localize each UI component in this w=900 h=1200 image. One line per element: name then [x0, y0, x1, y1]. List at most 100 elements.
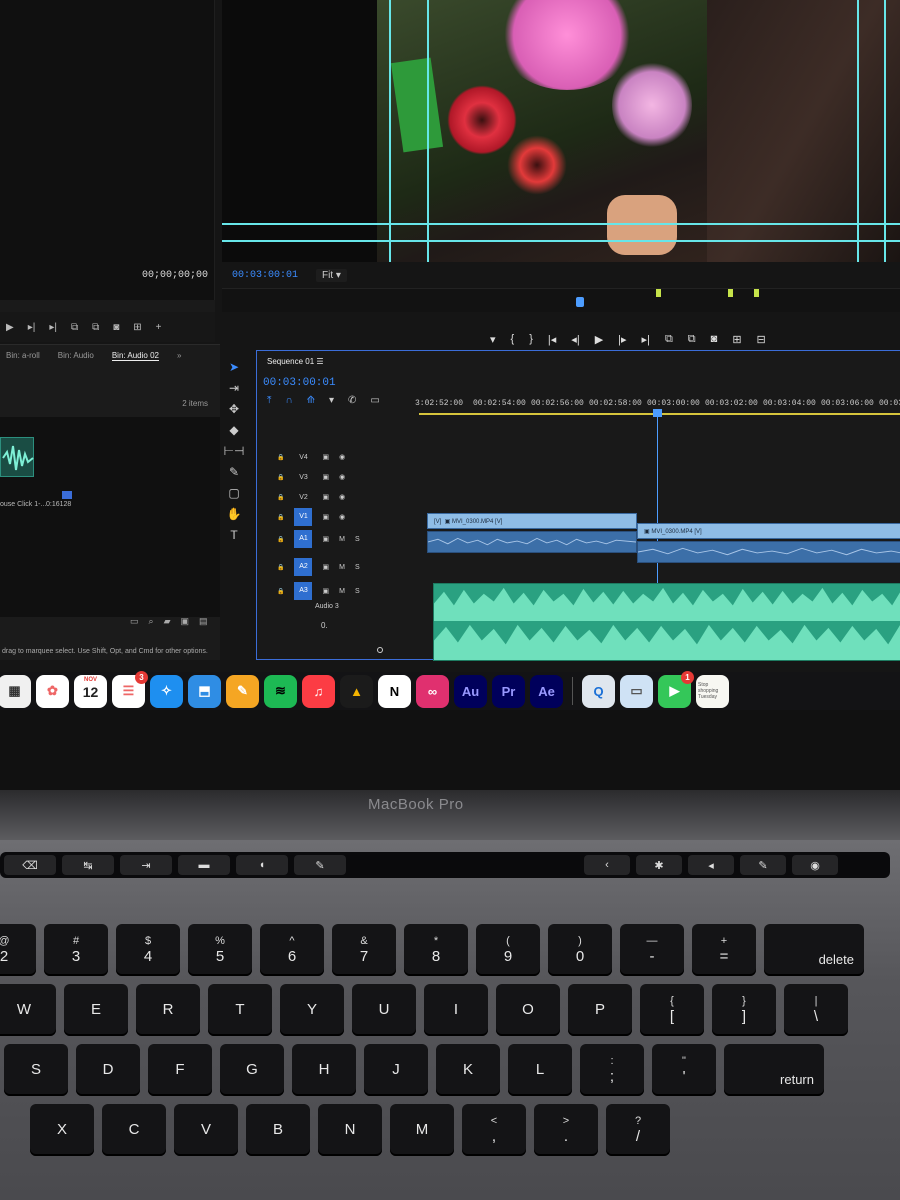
key-char[interactable]: M	[390, 1104, 454, 1156]
key-char[interactable]: D	[76, 1044, 140, 1096]
key-char[interactable]: J	[364, 1044, 428, 1096]
dock-photos-icon[interactable]: ✿	[36, 674, 69, 708]
audio-clip-a3[interactable]	[433, 583, 900, 661]
lock-icon[interactable]: 🔒	[277, 588, 284, 595]
hand-tool-icon[interactable]: ✋	[227, 507, 242, 521]
key-char[interactable]: @2	[0, 924, 36, 976]
search-icon[interactable]: ⌕	[149, 616, 154, 632]
key-char[interactable]: L	[508, 1044, 572, 1096]
dock-spotify-icon[interactable]: ≋	[264, 674, 297, 708]
program-timecode[interactable]: 00:03:00:01	[232, 270, 298, 281]
solo-button[interactable]: S	[355, 564, 360, 571]
video-clip-1[interactable]: [V] ▣ MVI_0300.MP4 [V]	[427, 513, 637, 529]
step-forward-icon[interactable]: ▸|	[28, 322, 36, 333]
track-label[interactable]: V3	[294, 474, 312, 481]
key-char[interactable]: — -	[620, 924, 684, 976]
key-char[interactable]: (9	[476, 924, 540, 976]
key-char[interactable]: % 5	[188, 924, 252, 976]
touchbar-button[interactable]: ✎	[294, 855, 346, 875]
track-label[interactable]: A3	[294, 582, 313, 600]
key-char[interactable]: R	[136, 984, 200, 1036]
type-tool-icon[interactable]: T	[230, 528, 237, 542]
touchbar-button[interactable]: ◉	[792, 855, 838, 875]
pen-tool-icon[interactable]: ✎	[229, 465, 239, 479]
tab-bin-audio-02[interactable]: Bin: Audio 02	[111, 351, 159, 361]
marker[interactable]	[656, 289, 661, 297]
program-control-icon[interactable]: |◂	[548, 333, 556, 346]
touchbar-button[interactable]	[468, 855, 520, 875]
program-control-icon[interactable]: ▶	[595, 333, 603, 346]
bin-clip-list[interactable]: ouse Click 1-... 0:16128	[0, 417, 220, 617]
sync-lock-icon[interactable]: ▣	[322, 493, 329, 501]
key-char[interactable]: }]	[712, 984, 776, 1036]
track-label[interactable]: V1	[294, 508, 313, 526]
dock-keynote-icon[interactable]: ⬒	[188, 674, 221, 708]
program-control-icon[interactable]: }	[529, 333, 533, 345]
key-char[interactable]: #3	[44, 924, 108, 976]
audio-clip-a1-1[interactable]	[427, 531, 637, 553]
zoom-handle[interactable]	[377, 647, 383, 653]
key-char[interactable]: N	[318, 1104, 382, 1156]
audio-3-level[interactable]: 0.	[321, 621, 328, 630]
key-char[interactable]: E	[64, 984, 128, 1036]
eye-icon[interactable]: ◉	[339, 453, 345, 461]
program-control-icon[interactable]: ⧉	[688, 333, 696, 346]
dock-stickies-icon[interactable]: Stop shopping Tuesday	[696, 674, 729, 708]
track-header[interactable]: 🔒 V3 ▣ ◉	[277, 467, 407, 487]
linked-selection-icon[interactable]: ⟰	[307, 395, 315, 406]
key-char[interactable]: C	[102, 1104, 166, 1156]
touchbar-button[interactable]: ✱	[636, 855, 682, 875]
dock-creative-cloud-icon[interactable]: ∞	[416, 674, 449, 708]
dock-after-effects-icon[interactable]: Ae	[530, 674, 563, 708]
sync-lock-icon[interactable]: ▣	[322, 587, 329, 595]
eye-icon[interactable]: ◉	[339, 513, 345, 521]
key-delete[interactable]: delete	[764, 924, 864, 976]
key-char[interactable]: I	[424, 984, 488, 1036]
fit-dropdown[interactable]: Fit ▾	[316, 268, 347, 282]
touchbar-button[interactable]: ◖	[236, 855, 288, 875]
key-char[interactable]: ? /	[606, 1104, 670, 1156]
timeline-panel[interactable]: Sequence 01 ☰ 00:03:00:01 ⤒ ∩ ⟰ ▾ ✆ ▭ 3:…	[256, 350, 900, 661]
eye-icon[interactable]: ◉	[339, 493, 345, 501]
touchbar-button[interactable]: ◂	[688, 855, 734, 875]
sync-lock-icon[interactable]: ▣	[322, 473, 329, 481]
key-char[interactable]: X	[30, 1104, 94, 1156]
dock-premiere-pro-icon[interactable]: Pr	[492, 674, 525, 708]
dock-facetime-icon[interactable]: ▶ 1	[658, 670, 694, 708]
track-select-tool-icon[interactable]: ⇥	[229, 381, 239, 395]
program-monitor[interactable]	[222, 0, 900, 262]
touchbar-button[interactable]	[352, 855, 404, 875]
timeline-timecode[interactable]: 00:03:00:01	[263, 377, 336, 389]
dock-preview-icon[interactable]: ▭	[620, 674, 653, 708]
sync-lock-icon[interactable]: ▣	[322, 453, 329, 461]
tab-bin-audio[interactable]: Bin: Audio	[58, 351, 94, 361]
solo-button[interactable]: S	[355, 588, 360, 595]
program-control-icon[interactable]: ⧉	[665, 333, 673, 346]
key-char[interactable]: & 7	[332, 924, 396, 976]
panel-overflow-icon[interactable]: »	[177, 351, 181, 361]
touchbar-button[interactable]: ↹	[62, 855, 114, 875]
sync-lock-icon[interactable]: ▣	[322, 513, 329, 521]
nest-icon[interactable]: ⤒	[267, 395, 271, 406]
dock-reminders-icon[interactable]: ☰ 3	[112, 670, 148, 708]
eye-icon[interactable]: ◉	[339, 473, 345, 481]
track-header[interactable]: 🔒 V1 ▣ ◉	[277, 507, 407, 527]
rectangle-tool-icon[interactable]: ▢	[228, 486, 239, 500]
folder-icon[interactable]: ▰	[164, 616, 171, 632]
mute-button[interactable]: M	[339, 564, 345, 571]
dock-music-icon[interactable]: ♫	[302, 674, 335, 708]
overwrite-icon[interactable]: ⧉	[92, 322, 99, 333]
key-char[interactable]: <,	[462, 1104, 526, 1156]
insert-icon[interactable]: ⧉	[71, 322, 78, 333]
source-monitor[interactable]: 00;00;00;00	[0, 0, 215, 300]
program-control-icon[interactable]: {	[511, 333, 515, 345]
dock-google-drive-icon[interactable]: ▲	[340, 674, 373, 708]
key-char[interactable]: P	[568, 984, 632, 1036]
key-char[interactable]: B	[246, 1104, 310, 1156]
key-char[interactable]: U	[352, 984, 416, 1036]
dock-audition-icon[interactable]: Au	[454, 674, 487, 708]
track-header[interactable]: 🔒 V4 ▣ ◉	[277, 447, 407, 467]
program-control-icon[interactable]: ⊟	[757, 333, 766, 346]
key-char[interactable]: {[	[640, 984, 704, 1036]
settings-icon[interactable]: ⊞	[133, 322, 141, 333]
